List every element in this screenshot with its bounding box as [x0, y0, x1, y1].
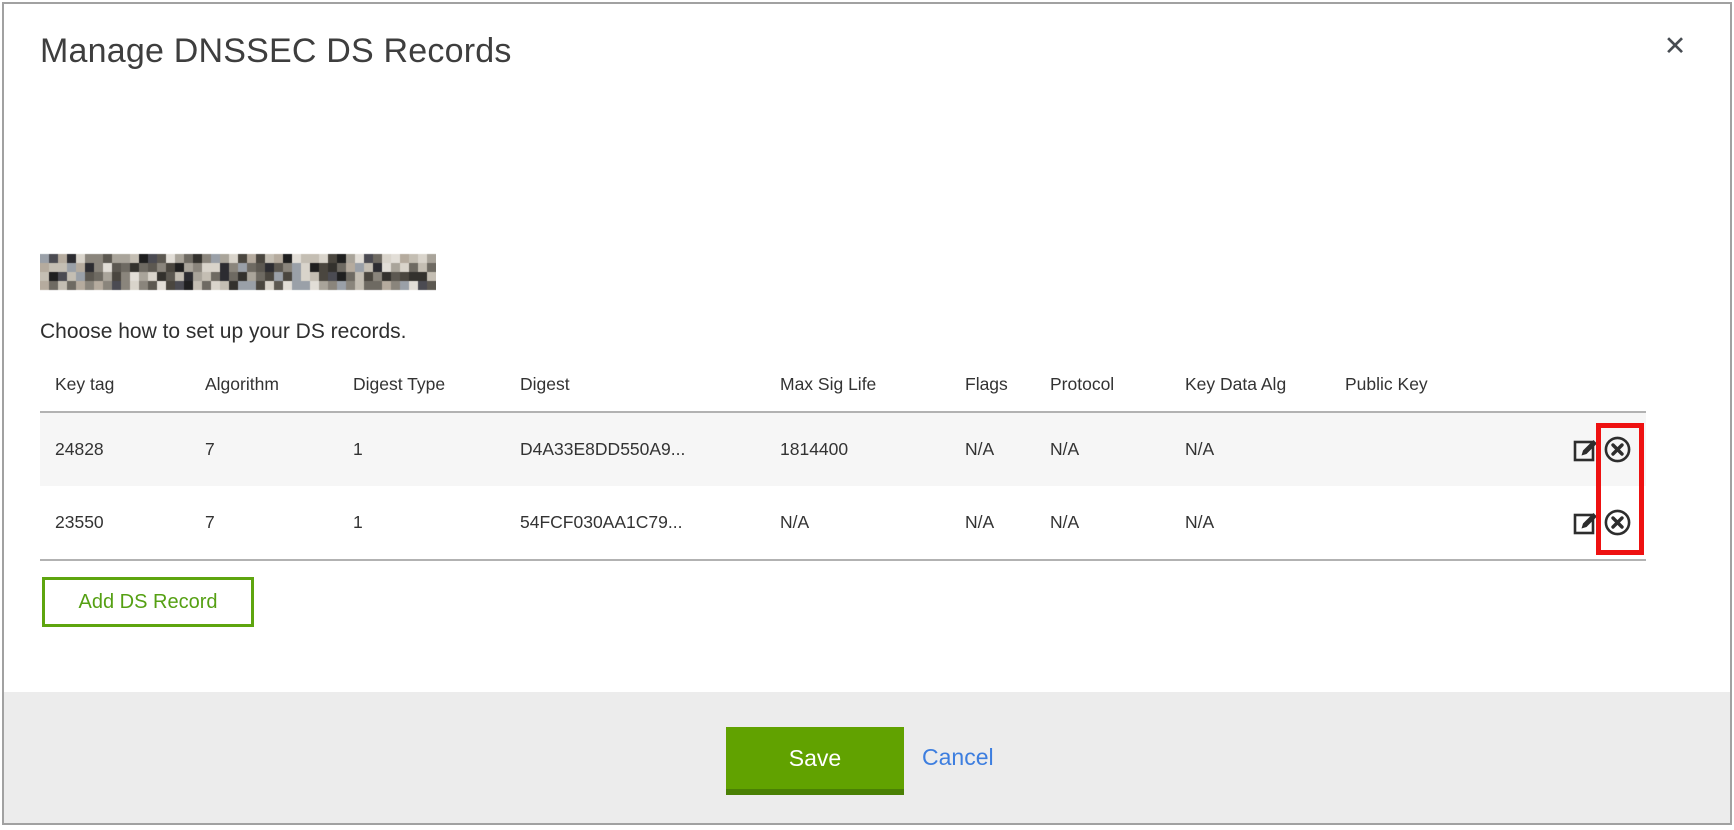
close-button[interactable]: ✕ — [1656, 28, 1694, 66]
cell-flags: N/A — [950, 486, 1035, 560]
cell-actions — [1531, 486, 1646, 560]
edit-record-button[interactable] — [1572, 509, 1599, 536]
cell-algorithm: 7 — [190, 412, 338, 486]
col-key-tag: Key tag — [40, 366, 190, 412]
cell-digest: D4A33E8DD550A9... — [505, 412, 765, 486]
cell-key-tag: 23550 — [40, 486, 190, 560]
cell-public-key — [1330, 412, 1531, 486]
col-max-sig-life: Max Sig Life — [765, 366, 950, 412]
cell-flags: N/A — [950, 412, 1035, 486]
delete-x-circle-icon — [1603, 452, 1632, 467]
col-digest-type: Digest Type — [338, 366, 505, 412]
edit-record-button[interactable] — [1572, 436, 1599, 463]
cell-key-tag: 24828 — [40, 412, 190, 486]
delete-record-button[interactable] — [1603, 435, 1632, 464]
cell-max-sig-life: 1814400 — [765, 412, 950, 486]
cell-max-sig-life: N/A — [765, 486, 950, 560]
dialog-title: Manage DNSSEC DS Records — [40, 32, 512, 71]
add-ds-record-button[interactable]: Add DS Record — [42, 577, 254, 627]
cell-protocol: N/A — [1035, 412, 1170, 486]
cell-digest-type: 1 — [338, 486, 505, 560]
cell-key-data-alg: N/A — [1170, 486, 1330, 560]
close-icon: ✕ — [1664, 31, 1687, 62]
delete-x-circle-icon — [1603, 525, 1632, 540]
page: { "dialog": { "title": "Manage DNSSEC DS… — [0, 0, 1734, 830]
redacted-domain-pixelation — [40, 253, 436, 291]
table-row: 24828 7 1 D4A33E8DD550A9... 1814400 N/A … — [40, 412, 1646, 486]
col-digest: Digest — [505, 366, 765, 412]
table-header-row: Key tag Algorithm Digest Type Digest Max… — [40, 366, 1646, 412]
cell-protocol: N/A — [1035, 486, 1170, 560]
redacted-domain — [40, 253, 436, 291]
delete-record-button[interactable] — [1603, 508, 1632, 537]
cell-public-key — [1330, 486, 1531, 560]
cell-digest-type: 1 — [338, 412, 505, 486]
col-public-key: Public Key — [1330, 366, 1531, 412]
cell-key-data-alg: N/A — [1170, 412, 1330, 486]
cell-digest: 54FCF030AA1C79... — [505, 486, 765, 560]
col-protocol: Protocol — [1035, 366, 1170, 412]
col-flags: Flags — [950, 366, 1035, 412]
manage-dnssec-dialog: Manage DNSSEC DS Records ✕ Choose how to… — [2, 2, 1732, 825]
table-row: 23550 7 1 54FCF030AA1C79... N/A N/A N/A … — [40, 486, 1646, 560]
dialog-footer: Save Cancel — [4, 692, 1730, 823]
cancel-link[interactable]: Cancel — [922, 744, 994, 771]
instruction-text: Choose how to set up your DS records. — [40, 320, 407, 344]
cell-actions — [1531, 412, 1646, 486]
ds-records-table: Key tag Algorithm Digest Type Digest Max… — [40, 366, 1646, 561]
cell-algorithm: 7 — [190, 486, 338, 560]
col-algorithm: Algorithm — [190, 366, 338, 412]
save-button[interactable]: Save — [726, 727, 904, 795]
col-actions — [1531, 366, 1646, 412]
edit-icon — [1572, 524, 1599, 539]
edit-icon — [1572, 451, 1599, 466]
col-key-data-alg: Key Data Alg — [1170, 366, 1330, 412]
